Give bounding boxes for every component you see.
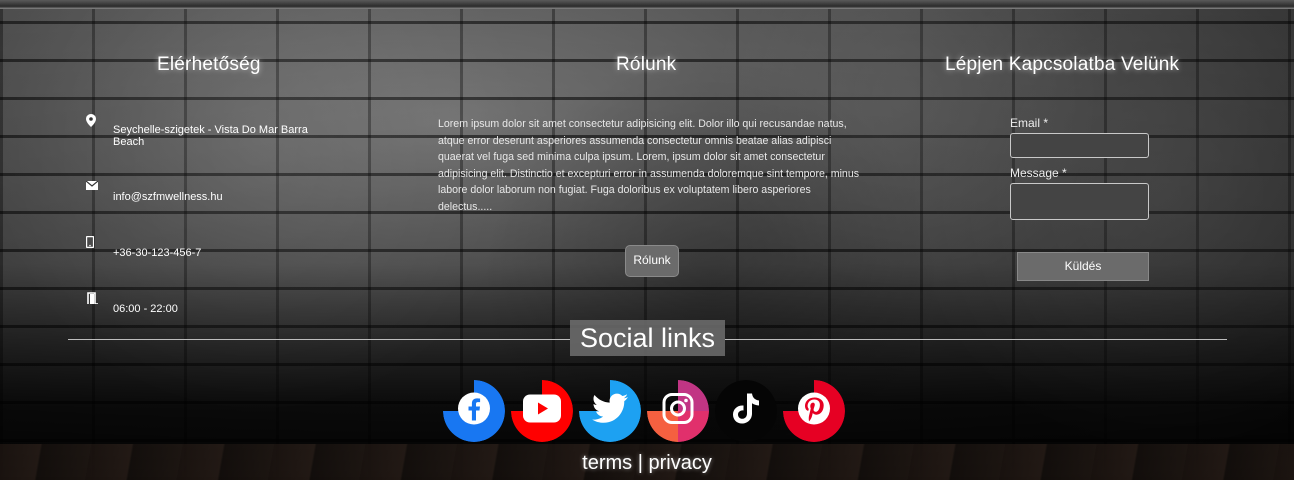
email-input[interactable]: [1010, 133, 1149, 158]
about-description: Lorem ipsum dolor sit amet consectetur a…: [438, 118, 860, 213]
about-button[interactable]: Rólunk: [625, 245, 679, 277]
address-text: Seychelle-szigetek - Vista Do Mar Barra …: [113, 124, 308, 148]
email-label: Email *: [1010, 116, 1049, 130]
instagram-icon: [662, 393, 694, 430]
twitter-link[interactable]: [579, 380, 641, 442]
facebook-icon: [457, 392, 491, 431]
divider-right: [725, 339, 1227, 340]
message-textarea[interactable]: [1010, 183, 1149, 220]
contact-phone: +36-30-123-456-7: [85, 235, 326, 266]
divider-left: [68, 339, 570, 340]
pinterest-icon: [797, 392, 831, 431]
instagram-link[interactable]: [647, 380, 709, 442]
privacy-link[interactable]: privacy: [648, 452, 711, 474]
footer-links: terms | privacy: [0, 452, 1294, 475]
door-icon: [86, 292, 98, 305]
email-text[interactable]: info@szfmwellness.hu: [113, 191, 313, 203]
hours-text: 06:00 - 22:00: [113, 303, 178, 315]
pinterest-link[interactable]: [783, 380, 845, 442]
contact-hours: 06:00 - 22:00: [86, 292, 326, 322]
terms-link[interactable]: terms: [582, 452, 632, 474]
map-pin-icon: [86, 114, 98, 127]
facebook-link[interactable]: [443, 380, 505, 442]
social-links-title: Social links: [570, 320, 725, 356]
footer-separator: |: [637, 452, 643, 474]
contact-address: Seychelle-szigetek - Vista Do Mar Barra …: [86, 114, 326, 154]
contact-email: info@szfmwellness.hu: [85, 180, 326, 211]
tiktok-icon: [731, 392, 761, 431]
mobile-phone-icon: [85, 235, 98, 249]
contact-section-title: Elérhetőség: [157, 54, 261, 75]
contact-form-title: Lépjen Kapcsolatba Velünk: [945, 54, 1180, 75]
top-border: [0, 0, 1294, 9]
submit-button[interactable]: Küldés: [1017, 252, 1149, 281]
phone-text[interactable]: +36-30-123-456-7: [113, 247, 313, 259]
youtube-icon: [523, 394, 561, 428]
about-section-title: Rólunk: [616, 54, 677, 75]
tiktok-link[interactable]: [715, 380, 777, 442]
envelope-icon: [85, 180, 99, 193]
youtube-link[interactable]: [511, 380, 573, 442]
message-label: Message *: [1010, 166, 1067, 180]
twitter-icon: [592, 393, 628, 429]
